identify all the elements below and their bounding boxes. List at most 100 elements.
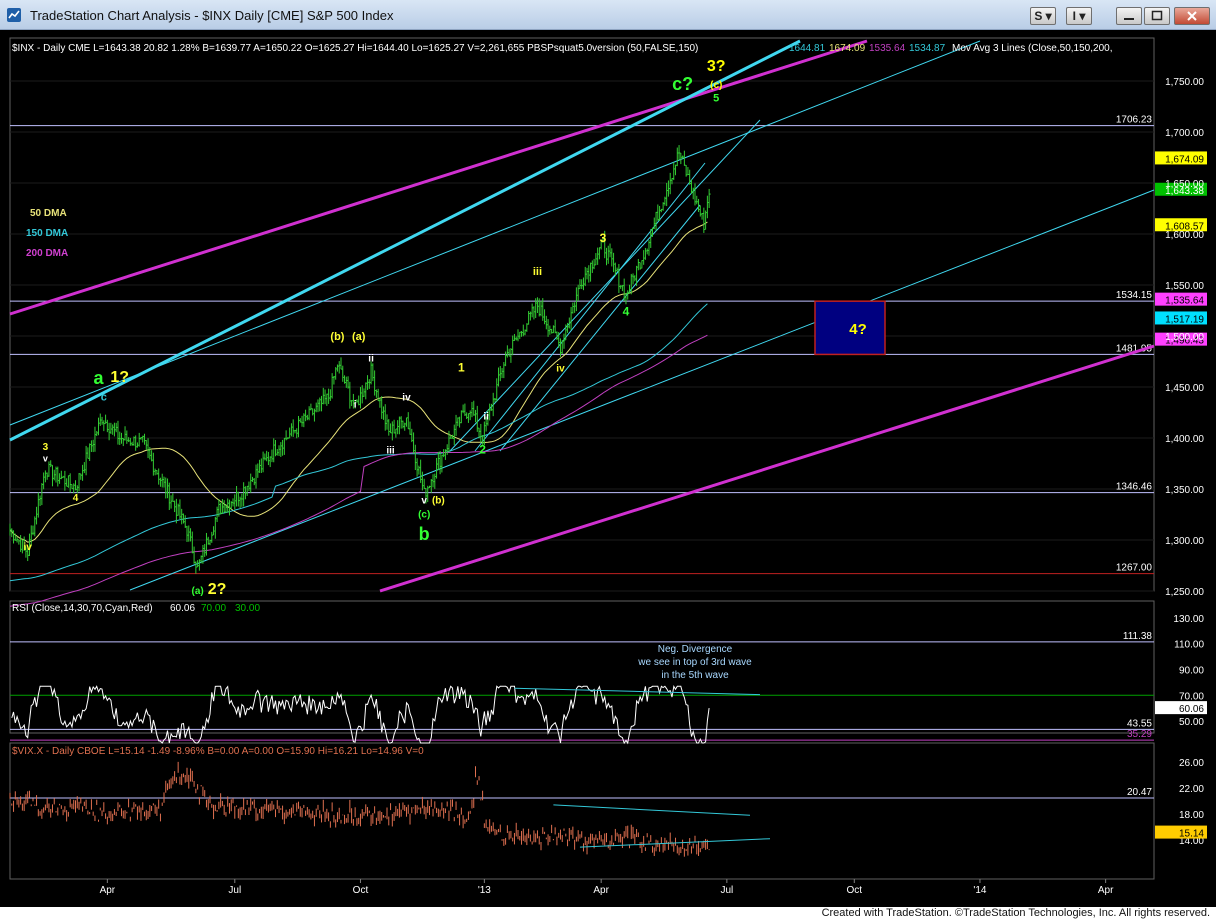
vix-reference-label: 20.47	[1127, 787, 1152, 798]
wave4-target-label: 4?	[849, 321, 867, 338]
wave-label: (c)	[710, 80, 722, 91]
wave-label: 3	[600, 231, 607, 245]
legend-200dma: 200 DMA	[26, 248, 68, 259]
wave-label: (b)	[432, 495, 445, 506]
wave-label: i	[354, 399, 357, 410]
price-reference-label: 1706.23	[1116, 115, 1153, 126]
cyan-channel-upper	[9, 40, 981, 426]
wave-label: v	[421, 495, 427, 506]
wave-label: iv	[402, 392, 411, 403]
wave-label: iv	[556, 364, 565, 375]
x-axis-label: Jul	[228, 885, 241, 896]
target-box-layer[interactable]: 4?	[814, 300, 886, 356]
rsi-value: 60.06	[170, 603, 195, 614]
vix-axis-tick: 26.00	[1179, 758, 1204, 769]
chart-canvas[interactable]: 1706.231534.151481.951346.461267.00111.3…	[0, 30, 1216, 907]
wave-label: 3	[43, 442, 49, 453]
wave-label: 2?	[208, 581, 227, 598]
i-button-label: I	[1072, 9, 1076, 23]
wave-label: ii	[368, 354, 374, 365]
wave-label: v	[43, 453, 48, 463]
maximize-button[interactable]	[1144, 7, 1170, 25]
rsi-axis-tick: 50.00	[1179, 717, 1204, 728]
x-axis-label: Apr	[1098, 885, 1114, 896]
tradestation-app-icon	[7, 8, 21, 22]
x-axis-label: Apr	[593, 885, 609, 896]
wave-label: 1?	[110, 369, 129, 386]
vix-upper-wedge-line	[553, 804, 751, 816]
ma-value-3: 1535.64	[869, 43, 906, 54]
wave-label: iii	[533, 266, 542, 278]
rsi-reference-label: 43.55	[1127, 718, 1152, 729]
ma-value-2: 1674.09	[829, 43, 866, 54]
price-badge-label: 1,517.19	[1165, 314, 1204, 325]
divergence-note-line2: we see in top of 3rd wave	[637, 657, 752, 668]
chart-area[interactable]: 1706.23 1534.15 1481.95 1346.46 1267.00 111.3…	[0, 30, 1216, 907]
wave-label: a	[93, 368, 104, 388]
price-axis-tick: 1,300.00	[1165, 536, 1204, 547]
price-axis-tick: 1,450.00	[1165, 383, 1204, 394]
wave-label: (c)	[418, 510, 430, 521]
wave-label: ii	[483, 412, 489, 423]
price-axis-tick: 1,500.00	[1165, 332, 1204, 343]
i-button[interactable]: I ▾	[1066, 7, 1092, 25]
ma-value-1: 1644.81	[789, 43, 826, 54]
s-button-label: S	[1034, 9, 1043, 23]
rsi-reference-label: 35.29	[1127, 729, 1152, 740]
tradestation-window: TradeStation Chart Analysis - $INX Daily…	[0, 0, 1216, 920]
x-axis-label: Apr	[100, 885, 116, 896]
vix-layer	[9, 761, 771, 857]
trendlines-layer	[9, 39, 1155, 593]
x-axis-label: Oct	[353, 885, 369, 896]
wave-label: 3?	[707, 58, 726, 75]
price-reference-label: 1534.15	[1116, 290, 1153, 301]
divergence-note-line1: Neg. Divergence	[658, 644, 733, 655]
ma150-line	[9, 303, 708, 582]
wave-label: (b)	[330, 331, 344, 343]
price-header: $INX - Daily CME L=1643.38 20.82 1.28% B…	[12, 43, 698, 54]
wave-label: 4	[73, 493, 79, 504]
rsi-panel-frame	[9, 600, 1155, 734]
rsi-axis-tick: 110.00	[1174, 640, 1204, 651]
rsi-axis-tick: 130.00	[1173, 614, 1204, 625]
vix-axis-tick: 18.00	[1179, 810, 1204, 821]
ma-study-header: Mov Avg 3 Lines (Close,50,150,200,	[952, 43, 1112, 54]
wave-label: iii	[386, 445, 395, 456]
rsi-axis-tick: 70.00	[1179, 691, 1204, 702]
copyright-text: Created with TradeStation. ©TradeStation…	[821, 907, 1210, 919]
s-button[interactable]: S ▾	[1030, 7, 1056, 25]
rsi-overbought: 70.00	[201, 603, 226, 614]
price-axis-tick: 1,250.00	[1165, 587, 1204, 598]
rsi-oversold: 30.00	[235, 603, 260, 614]
wave-label: (a)	[352, 331, 366, 343]
wave-label: b	[419, 524, 430, 544]
wave-label: c	[101, 391, 107, 403]
price-axis-tick: 1,550.00	[1165, 281, 1204, 292]
rsi-axis-tick: 90.00	[1179, 666, 1204, 677]
title-bar[interactable]: TradeStation Chart Analysis - $INX Daily…	[0, 0, 1216, 30]
rsi-reference-label: 111.38	[1123, 631, 1153, 642]
minimize-icon	[1124, 18, 1134, 20]
wave-label: 2	[479, 442, 486, 456]
price-reference-label: 1346.46	[1116, 482, 1153, 493]
lower-magenta-channel	[379, 344, 1155, 593]
rsi-divergence-line	[514, 687, 761, 696]
upper-magenta-channel	[9, 39, 868, 316]
close-button[interactable]	[1174, 7, 1210, 25]
wave-label: 5	[713, 92, 719, 104]
price-axis-tick: 1,400.00	[1165, 434, 1204, 445]
footer: Created with TradeStation. ©TradeStation…	[0, 907, 1216, 920]
cyan-channel-lower	[129, 189, 1155, 591]
wave-label: (a)	[192, 586, 204, 597]
wave-label: c?	[672, 74, 693, 94]
minimize-button[interactable]	[1116, 7, 1142, 25]
legend-150dma: 150 DMA	[26, 228, 68, 239]
wave-label: 1	[458, 361, 465, 375]
price-panel-frame	[9, 37, 1155, 592]
x-axis-label: '14	[973, 885, 986, 896]
close-icon	[1187, 11, 1197, 21]
vix-panel-frame	[9, 742, 1155, 880]
divergence-note-line3: in the 5th wave	[661, 670, 729, 681]
price-axis-tick: 1,750.00	[1165, 77, 1204, 88]
window-title: TradeStation Chart Analysis - $INX Daily…	[30, 8, 394, 23]
